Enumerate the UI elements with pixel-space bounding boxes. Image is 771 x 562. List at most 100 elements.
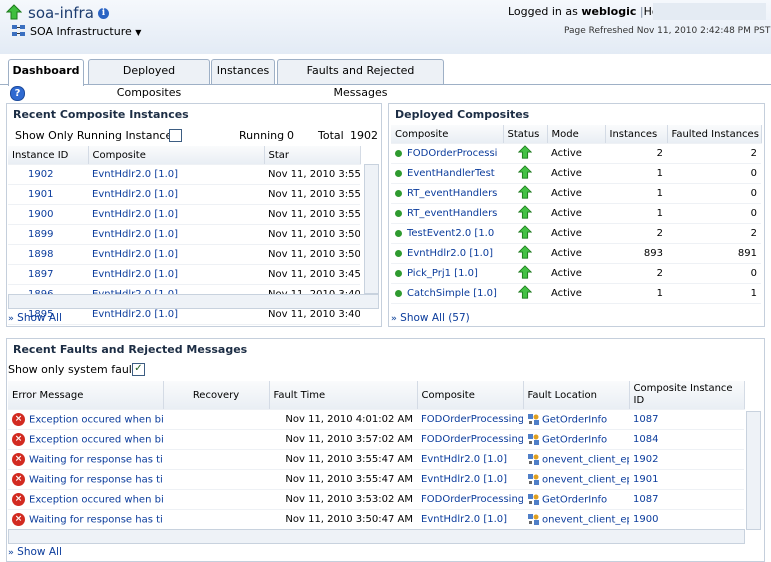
faults-hscroll[interactable] — [8, 529, 745, 544]
col-error-message[interactable]: Error Message — [8, 381, 164, 410]
col-composite[interactable]: Composite — [88, 146, 265, 165]
help-icon[interactable]: ? — [10, 86, 25, 101]
error-message-link[interactable]: Exception occured when bi — [29, 495, 163, 506]
instance-id-link[interactable]: 1898 — [8, 244, 88, 265]
table-row[interactable]: 1900 EvntHdlr2.0 [1.0] Nov 11, 2010 3:55: — [8, 204, 360, 225]
soa-infrastructure-menu[interactable]: SOA Infrastructure ▼ — [30, 25, 141, 38]
composite-link[interactable]: RT_eventHandlers — [407, 208, 497, 219]
table-row[interactable]: TestEvent2.0 [1.0 Active 2 2 — [391, 223, 761, 244]
fault-location-cell[interactable]: onevent_client_ep — [523, 449, 629, 470]
composite-link[interactable]: EvntHdlr2.0 [1.0] — [417, 509, 523, 530]
instance-id-link[interactable]: 1902 — [8, 164, 88, 185]
instance-id-link[interactable]: 1901 — [8, 184, 88, 205]
col-composite[interactable]: Composite — [391, 125, 504, 144]
show-system-faults-checkbox[interactable]: ✓ — [132, 363, 145, 376]
instance-id-link[interactable]: 1900 — [8, 204, 88, 225]
table-row[interactable]: CatchSimple [1.0] Active 1 1 — [391, 283, 761, 304]
composite-link[interactable]: EvntHdlr2.0 [1.0] — [417, 469, 523, 490]
composite-cell[interactable]: TestEvent2.0 [1.0 — [391, 223, 503, 244]
recent-instances-vscroll[interactable] — [364, 164, 379, 294]
table-row[interactable]: × Waiting for response has ti Nov 11, 2010… — [8, 469, 744, 490]
table-row[interactable]: RT_eventHandlers Active 1 0 — [391, 183, 761, 204]
composite-link[interactable]: EventHandlerTest — [407, 168, 495, 179]
table-row[interactable]: 1898 EvntHdlr2.0 [1.0] Nov 11, 2010 3:50: — [8, 244, 360, 265]
table-row[interactable]: × Exception occured when bi Nov 11, 2010 4… — [8, 409, 744, 430]
col-fault-time[interactable]: Fault Time — [269, 381, 418, 410]
tab-instances[interactable]: Instances — [211, 59, 275, 84]
instance-id-link[interactable]: 1897 — [8, 264, 88, 285]
composite-link[interactable]: CatchSimple [1.0] — [407, 288, 497, 299]
table-row[interactable]: FODOrderProcessi Active 2 2 — [391, 143, 761, 164]
col-recovery[interactable]: Recovery — [163, 381, 270, 410]
info-icon[interactable]: i — [98, 8, 109, 19]
composite-link[interactable]: FODOrderProcessing — [417, 409, 523, 430]
composite-link[interactable]: TestEvent2.0 [1.0 — [407, 228, 494, 239]
fault-location-link[interactable]: onevent_client_ep — [542, 515, 629, 526]
col-instances[interactable]: Instances — [605, 125, 668, 144]
composite-cell[interactable]: CatchSimple [1.0] — [391, 283, 503, 304]
col-faulted-instances[interactable]: Faulted Instances — [667, 125, 762, 144]
instance-id-link[interactable]: 1900 — [629, 509, 744, 530]
fault-location-cell[interactable]: onevent_client_ep — [523, 509, 629, 530]
error-message-link[interactable]: Waiting for response has ti — [29, 515, 163, 526]
error-message-link[interactable]: Exception occured when bi — [29, 435, 163, 446]
composite-link[interactable]: EvntHdlr2.0 [1.0] — [88, 204, 264, 225]
composite-link[interactable]: EvntHdlr2.0 [1.0] — [88, 224, 264, 245]
error-message-link[interactable]: Waiting for response has ti — [29, 455, 163, 466]
fault-location-cell[interactable]: GetOrderInfo — [523, 489, 629, 510]
instance-id-link[interactable]: 1087 — [629, 489, 744, 510]
instance-id-link[interactable]: 1901 — [629, 469, 744, 490]
composite-link[interactable]: EvntHdlr2.0 [1.0] — [88, 164, 264, 185]
table-row[interactable]: × Exception occured when bi Nov 11, 2010 3… — [8, 429, 744, 450]
col-mode[interactable]: Mode — [547, 125, 606, 144]
fault-location-link[interactable]: onevent_client_ep — [542, 475, 629, 486]
table-row[interactable]: × Waiting for response has ti Nov 11, 2010… — [8, 449, 744, 470]
table-row[interactable]: 1897 EvntHdlr2.0 [1.0] Nov 11, 2010 3:45: — [8, 264, 360, 285]
col-start[interactable]: Star — [264, 146, 361, 165]
col-composite[interactable]: Composite — [417, 381, 524, 410]
faults-vscroll[interactable] — [746, 411, 761, 530]
composite-cell[interactable]: RT_eventHandlers — [391, 183, 503, 204]
table-row[interactable]: RT_eventHandlers Active 1 0 — [391, 203, 761, 224]
table-row[interactable]: Pick_Prj1 [1.0] Active 2 0 — [391, 263, 761, 284]
table-row[interactable]: EventHandlerTest Active 1 0 — [391, 163, 761, 184]
error-message-link[interactable]: Exception occured when bi — [29, 415, 163, 426]
composite-link[interactable]: EvntHdlr2.0 [1.0] — [88, 184, 264, 205]
error-message-cell[interactable]: × Exception occured when bi — [8, 409, 163, 430]
composite-link[interactable]: EvntHdlr2.0 [1.0] — [407, 248, 493, 259]
composite-link[interactable]: Pick_Prj1 [1.0] — [407, 268, 478, 279]
recent-instances-hscroll[interactable] — [8, 294, 379, 309]
error-message-link[interactable]: Waiting for response has ti — [29, 475, 163, 486]
faults-show-all[interactable]: » Show All — [8, 546, 62, 558]
composite-cell[interactable]: RT_eventHandlers — [391, 203, 503, 224]
composite-link[interactable]: FODOrderProcessing — [417, 429, 523, 450]
composite-link[interactable]: EvntHdlr2.0 [1.0] — [88, 244, 264, 265]
tab-dashboard[interactable]: Dashboard — [8, 59, 84, 86]
table-row[interactable]: 1902 EvntHdlr2.0 [1.0] Nov 11, 2010 3:55: — [8, 164, 360, 185]
fault-location-cell[interactable]: GetOrderInfo — [523, 429, 629, 450]
table-row[interactable]: × Waiting for response has ti Nov 11, 2010… — [8, 509, 744, 530]
composite-cell[interactable]: Pick_Prj1 [1.0] — [391, 263, 503, 284]
col-status[interactable]: Status — [503, 125, 548, 144]
table-row[interactable]: × Exception occured when bi Nov 11, 2010 3… — [8, 489, 744, 510]
tab-deployed-composites[interactable]: Deployed Composites — [88, 59, 210, 99]
error-message-cell[interactable]: × Waiting for response has ti — [8, 449, 163, 470]
instance-id-link[interactable]: 1087 — [629, 409, 744, 430]
fault-location-link[interactable]: GetOrderInfo — [542, 435, 607, 446]
recent-instances-show-all[interactable]: » Show All — [8, 312, 62, 324]
fault-location-cell[interactable]: GetOrderInfo — [523, 409, 629, 430]
fault-location-link[interactable]: GetOrderInfo — [542, 415, 607, 426]
tab-faults-rejected[interactable]: Faults and Rejected Messages — [277, 59, 444, 99]
composite-cell[interactable]: EventHandlerTest — [391, 163, 503, 184]
show-running-checkbox[interactable] — [169, 129, 182, 142]
table-row[interactable]: 1901 EvntHdlr2.0 [1.0] Nov 11, 2010 3:55: — [8, 184, 360, 205]
composite-cell[interactable]: EvntHdlr2.0 [1.0] — [391, 243, 503, 264]
error-message-cell[interactable]: × Exception occured when bi — [8, 489, 163, 510]
composite-link[interactable]: EvntHdlr2.0 [1.0] — [88, 264, 264, 285]
fault-location-cell[interactable]: onevent_client_ep — [523, 469, 629, 490]
fault-location-link[interactable]: GetOrderInfo — [542, 495, 607, 506]
composite-link[interactable]: FODOrderProcessi — [407, 148, 497, 159]
error-message-cell[interactable]: × Waiting for response has ti — [8, 509, 163, 530]
composite-link[interactable]: RT_eventHandlers — [407, 188, 497, 199]
deployed-composites-show-all[interactable]: » Show All (57) — [391, 312, 470, 324]
